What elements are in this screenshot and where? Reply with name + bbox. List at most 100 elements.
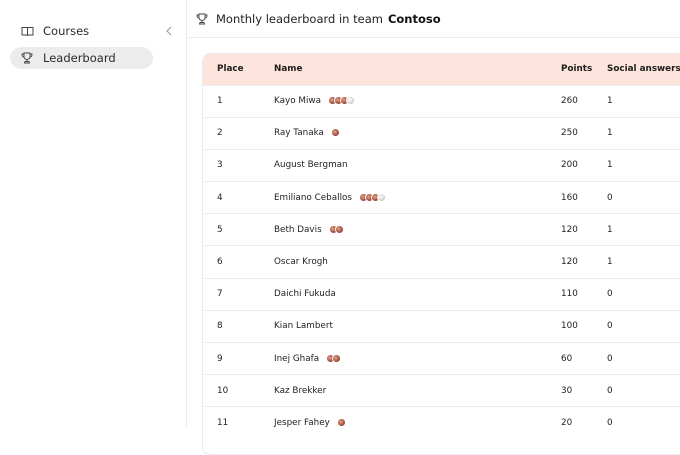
social-answers-cell: 1	[607, 117, 680, 149]
name-cell-text: Ray Tanaka	[274, 128, 324, 139]
name-cell: Ray Tanaka	[274, 117, 561, 149]
social-answers-cell-text: 0	[607, 321, 613, 332]
place-cell: 10	[203, 375, 274, 407]
name-cell: August Bergman	[274, 149, 561, 181]
name-cell: Jesper Fahey	[274, 407, 561, 439]
table-row[interactable]: 5Beth Davis12012	[203, 213, 680, 246]
badge-group	[336, 418, 346, 428]
table-row[interactable]: 6Oscar Krogh12011	[203, 245, 680, 278]
maroon-badge-icon	[334, 224, 344, 234]
points-cell-text: 250	[561, 128, 578, 139]
points-cell: 120	[561, 246, 607, 278]
book-icon	[20, 24, 34, 38]
badge-group	[328, 96, 356, 106]
place-cell-text: 5	[217, 224, 223, 235]
social-answers-cell: 1	[607, 85, 680, 117]
social-answers-cell: 1	[607, 214, 680, 246]
sidebar-item-label: Courses	[43, 24, 90, 38]
collapse-sidebar-button[interactable]	[163, 23, 175, 37]
table-row[interactable]: 11Jesper Fahey2002	[203, 406, 680, 439]
silver-badge-icon	[377, 192, 386, 202]
place-cell: 2	[203, 117, 274, 149]
name-cell: Kian Lambert	[274, 310, 561, 342]
badge-group	[330, 128, 340, 138]
name-cell: Kayo Miwa	[274, 85, 561, 117]
name-cell: Kaz Brekker	[274, 375, 561, 407]
name-cell-text: Inej Ghafa	[274, 353, 320, 364]
points-cell-text: 200	[561, 160, 578, 171]
table-row[interactable]: 9Inej Ghafa6002	[203, 342, 680, 375]
badge-group	[326, 353, 342, 363]
social-answers-cell-text: 1	[607, 160, 613, 171]
column-header-social-answers[interactable]: Social answers	[607, 54, 680, 85]
social-answers-cell: 0	[607, 310, 680, 342]
name-cell-text: August Bergman	[274, 160, 348, 171]
table-row[interactable]: 7Daichi Fukuda11003	[203, 278, 680, 310]
name-cell: Inej Ghafa	[274, 343, 561, 375]
name-cell-text: Emiliano Ceballos	[274, 192, 352, 203]
social-answers-cell: 0	[607, 407, 680, 439]
social-answers-cell-text: 1	[607, 257, 613, 268]
table-row[interactable]: 8Kian Lambert10002	[203, 310, 680, 342]
place-cell: 11	[203, 407, 274, 439]
badge-group	[359, 192, 386, 202]
name-cell: Emiliano Ceballos	[274, 182, 561, 214]
table-row[interactable]: 3August Bergman20012	[203, 149, 680, 181]
table-header-row: Place Name Points Social answers C	[203, 54, 680, 85]
social-answers-cell: 0	[607, 343, 680, 375]
sidebar: Courses Leaderboard	[0, 0, 187, 427]
social-answers-cell: 1	[607, 149, 680, 181]
table-row[interactable]: 4Emiliano Ceballos16002	[203, 181, 680, 214]
social-answers-cell-text: 0	[607, 353, 613, 364]
place-cell-text: 10	[217, 385, 229, 396]
social-answers-cell-text: 1	[607, 128, 613, 139]
page-header: Monthly leaderboard in team Contoso	[187, 0, 680, 38]
social-answers-cell: 0	[607, 182, 680, 214]
name-cell-text: Kaz Brekker	[274, 385, 327, 396]
silver-badge-icon	[346, 96, 356, 106]
name-cell: Daichi Fukuda	[274, 278, 561, 310]
leaderboard-table: Place Name Points Social answers C 1 Kayo…	[203, 54, 680, 439]
place-cell: 5	[203, 214, 274, 246]
column-header-place[interactable]: Place	[203, 54, 274, 85]
place-cell-text: 7	[217, 289, 223, 300]
points-cell-text: 120	[561, 257, 578, 268]
points-cell: 100	[561, 310, 607, 342]
table-row[interactable]: 2Ray Tanaka25013	[203, 117, 680, 149]
table-row[interactable]: 10Kaz Brekker3003	[203, 374, 680, 407]
points-cell: 20	[561, 407, 607, 439]
place-cell-text: 4	[217, 192, 223, 203]
place-cell: 7	[203, 278, 274, 310]
place-cell: 4	[203, 182, 274, 214]
points-cell-text: 100	[561, 321, 578, 332]
column-header-name[interactable]: Name	[274, 54, 561, 85]
place-cell-text: 9	[217, 353, 223, 364]
social-answers-cell-text: 1	[607, 224, 613, 235]
name-cell: Beth Davis	[274, 214, 561, 246]
points-cell-text: 260	[561, 96, 578, 107]
social-answers-cell-text: 0	[607, 289, 613, 300]
table-row[interactable]: 1Kayo Miwa26014	[203, 85, 680, 117]
social-answers-cell: 0	[607, 278, 680, 310]
name-cell-text: Oscar Krogh	[274, 257, 328, 268]
place-cell: 6	[203, 246, 274, 278]
column-header-points[interactable]: Points	[561, 54, 607, 85]
trophy-icon	[20, 51, 34, 65]
place-cell: 9	[203, 343, 274, 375]
points-cell-text: 30	[561, 385, 573, 396]
sidebar-item-label: Leaderboard	[43, 51, 116, 65]
maroon-badge-icon	[332, 353, 342, 363]
place-cell-text: 3	[217, 160, 223, 171]
points-cell: 200	[561, 149, 607, 181]
points-cell: 30	[561, 375, 607, 407]
name-cell-text: Kian Lambert	[274, 321, 333, 332]
points-cell: 110	[561, 278, 607, 310]
maroon-badge-icon	[330, 128, 340, 138]
place-cell-text: 1	[217, 96, 223, 107]
sidebar-item-leaderboard[interactable]: Leaderboard	[10, 47, 153, 69]
place-cell: 8	[203, 310, 274, 342]
sidebar-item-courses[interactable]: Courses	[10, 20, 153, 42]
points-cell: 120	[561, 214, 607, 246]
points-cell-text: 60	[561, 353, 573, 364]
points-cell: 60	[561, 343, 607, 375]
